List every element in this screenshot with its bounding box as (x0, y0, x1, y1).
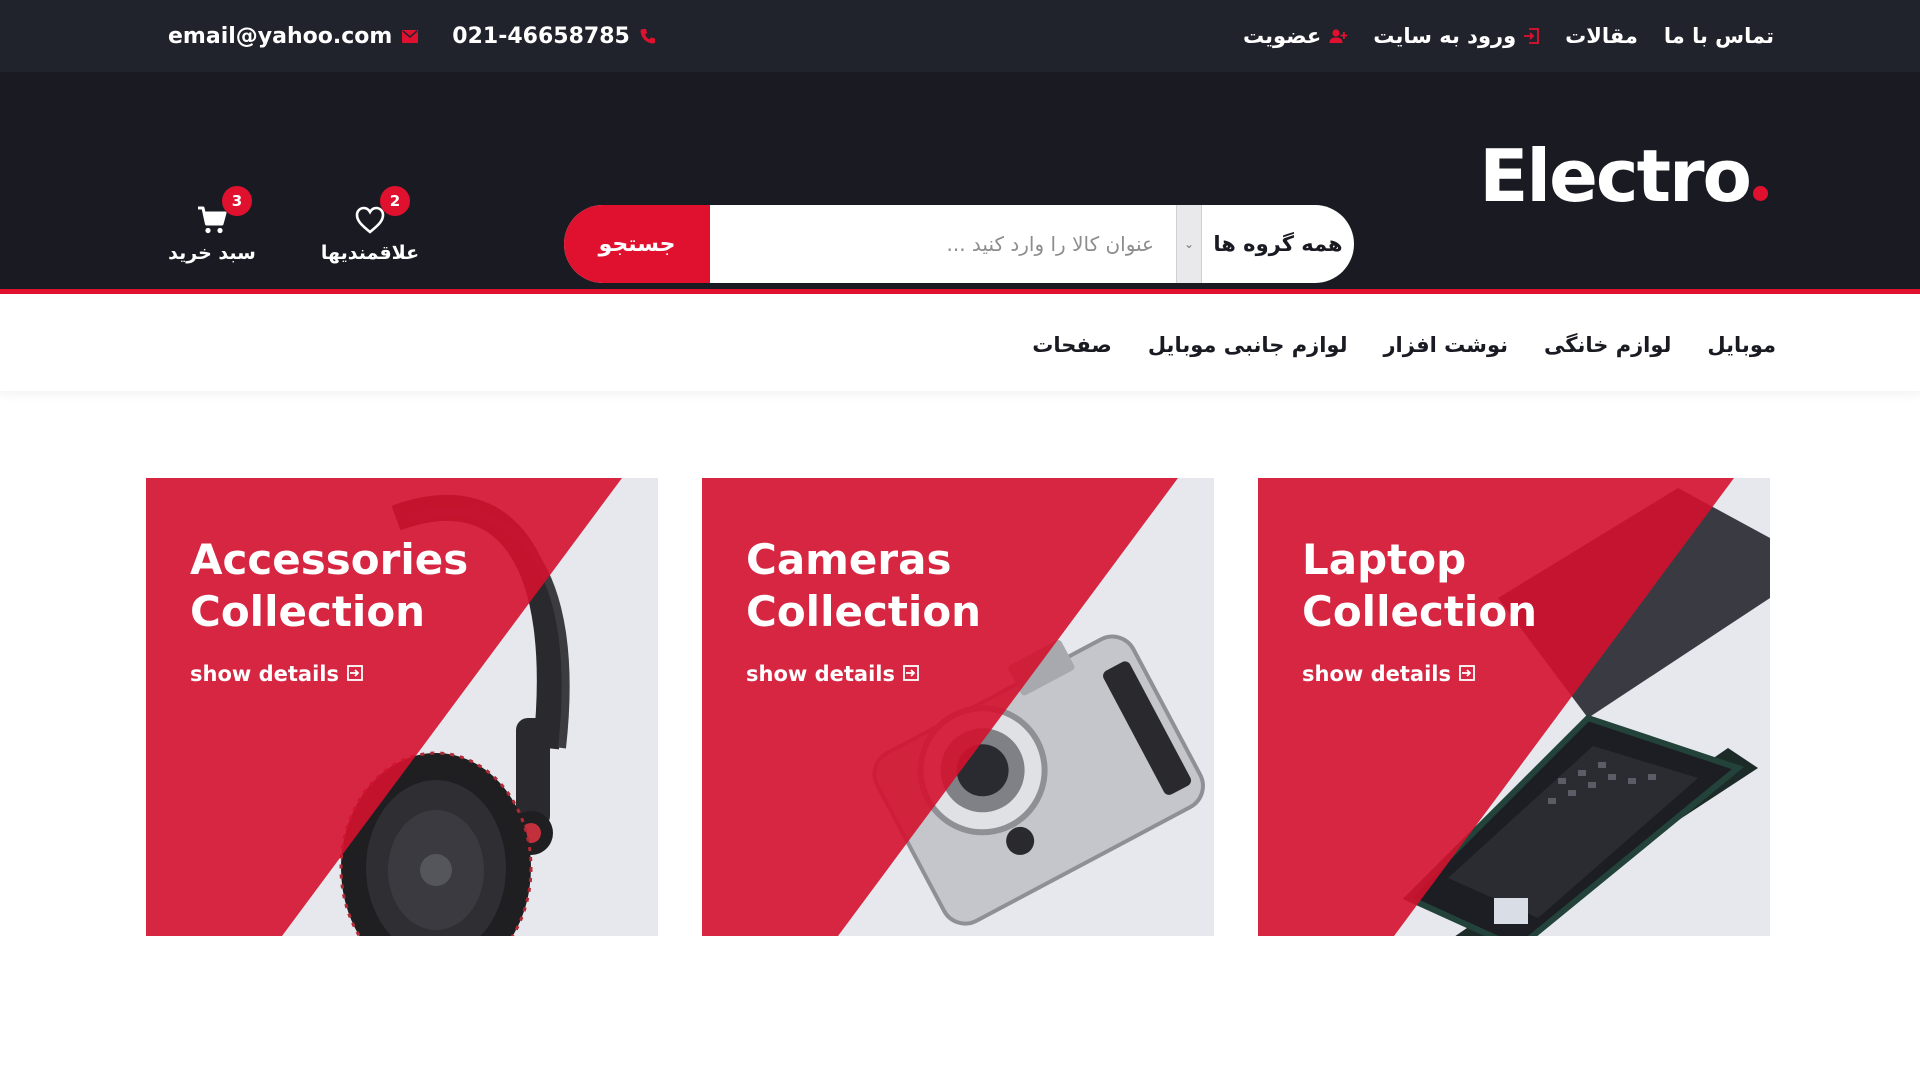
card-title-line1: Cameras (746, 535, 952, 584)
user-plus-icon (1329, 28, 1348, 44)
show-details-link[interactable]: show details (190, 662, 363, 686)
nav-item-home-appliances[interactable]: لوازم خانگی (1544, 333, 1671, 357)
email-text[interactable]: email@yahoo.com (168, 24, 392, 49)
search-button[interactable]: جستجو (564, 205, 710, 283)
category-select[interactable]: همه گروه ها (1202, 205, 1354, 283)
collection-card-cameras[interactable]: Cameras Collection show details (702, 478, 1214, 936)
sign-in-icon (1524, 28, 1540, 44)
wishlist-count-badge: 2 (380, 186, 410, 216)
nav-item-stationery[interactable]: نوشت افزار (1383, 333, 1508, 357)
cart-count-badge: 3 (222, 186, 252, 216)
sign-in-icon (1459, 662, 1475, 686)
cart-label: سبد خرید (168, 242, 256, 264)
card-title-line1: Laptop (1302, 535, 1467, 584)
card-title-line2: Collection (746, 587, 982, 636)
main-nav-list: موبایل لوازم خانگی نوشت افزار لوازم جانب… (1032, 299, 1776, 391)
wishlist-button[interactable]: 2 علاقمندیها (310, 186, 430, 264)
wishlist-label: علاقمندیها (320, 242, 420, 264)
main-nav: موبایل لوازم خانگی نوشت افزار لوازم جانب… (0, 299, 1920, 391)
articles-link[interactable]: مقالات (1565, 24, 1638, 48)
login-label: ورود به سایت (1373, 24, 1517, 48)
card-title: Cameras Collection (746, 534, 981, 638)
contact-info: email@yahoo.com 021-46658785 (168, 0, 655, 72)
envelope-icon (402, 29, 419, 43)
login-link[interactable]: ورود به سایت (1373, 24, 1540, 48)
show-details-label: show details (1302, 662, 1451, 686)
search-bar: جستجو ⌄ همه گروه ها (564, 205, 1354, 283)
show-details-link[interactable]: show details (746, 662, 919, 686)
card-title: Accessories Collection (190, 534, 468, 638)
contact-us-label: تماس با ما (1663, 24, 1774, 48)
top-bar: email@yahoo.com 021-46658785 عضویت ورود … (0, 0, 1920, 72)
register-link[interactable]: عضویت (1242, 24, 1348, 48)
nav-item-mobile-accessories[interactable]: لوازم جانبی موبایل (1148, 333, 1348, 357)
nav-item-mobile[interactable]: موبایل (1707, 333, 1776, 357)
sign-in-icon (903, 662, 919, 686)
phone-contact[interactable]: 021-46658785 (452, 24, 655, 49)
show-details-label: show details (190, 662, 339, 686)
phone-text[interactable]: 021-46658785 (452, 24, 630, 49)
collection-card-accessories[interactable]: Accessories Collection show details (146, 478, 658, 936)
phone-icon (640, 28, 655, 44)
nav-item-pages[interactable]: صفحات (1032, 333, 1112, 357)
card-title-line1: Accessories (190, 535, 469, 584)
articles-label: مقالات (1565, 24, 1638, 48)
card-title-line2: Collection (1302, 587, 1538, 636)
register-label: عضویت (1242, 24, 1322, 48)
site-logo[interactable]: Electro (1479, 134, 1768, 218)
show-details-label: show details (746, 662, 895, 686)
collection-card-laptop[interactable]: Laptop Collection show details (1258, 478, 1770, 936)
contact-us-link[interactable]: تماس با ما (1664, 24, 1774, 48)
logo-dot (1753, 186, 1768, 201)
chevron-down-icon: ⌄ (1183, 237, 1195, 251)
category-dropdown-toggle[interactable]: ⌄ (1176, 205, 1202, 283)
search-input[interactable] (710, 205, 1176, 283)
cart-icon (152, 202, 272, 238)
site-header: Electro 3 سبد خرید 2 علاقمندیها جستجو ⌄ … (0, 72, 1920, 294)
top-links: عضویت ورود به سایت مقالات تماس با ما (1243, 0, 1774, 72)
sign-in-icon (347, 662, 363, 686)
logo-text: Electro (1479, 134, 1752, 218)
email-contact[interactable]: email@yahoo.com (168, 24, 419, 49)
card-title-line2: Collection (190, 587, 426, 636)
card-title: Laptop Collection (1302, 534, 1537, 638)
heart-icon (310, 202, 430, 238)
show-details-link[interactable]: show details (1302, 662, 1475, 686)
cart-button[interactable]: 3 سبد خرید (152, 186, 272, 264)
collection-cards: Accessories Collection show details Came… (146, 478, 1770, 938)
